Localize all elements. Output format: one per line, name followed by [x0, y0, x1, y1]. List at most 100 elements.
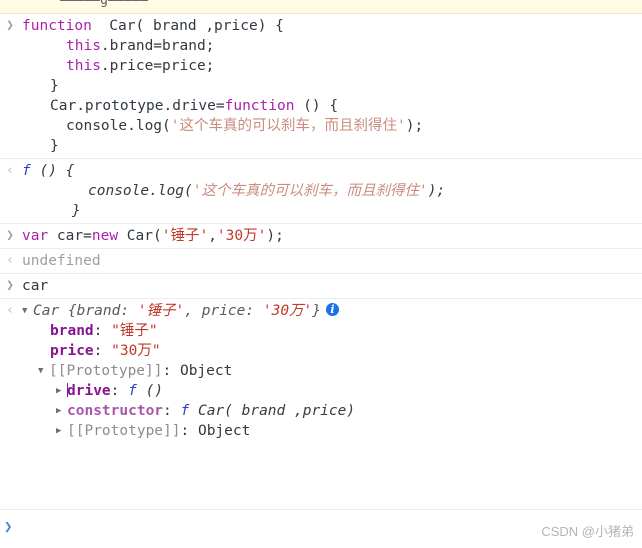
code-line: this.brand=brand; [0, 36, 642, 56]
expand-toggle-icon[interactable] [56, 401, 67, 421]
code-line: console.log('这个车真的可以刹车，而且刹得住'); [0, 181, 642, 201]
code-text: console.log( [66, 118, 171, 134]
code-line: console.log('这个车真的可以刹车，而且刹得住'); [0, 116, 642, 136]
code-text: } [72, 203, 81, 219]
code-line: } [0, 136, 642, 156]
code-line: Car.prototype.drive=function () { [0, 96, 642, 116]
prototype-child-prototype[interactable]: [[Prototype]]: Object [0, 421, 642, 441]
object-property-row[interactable]: brand: "锤子" [0, 321, 642, 341]
undefined-value: undefined [22, 253, 101, 269]
watermark-text: CSDN @小猪弟 [541, 524, 634, 539]
code-line: function Car( brand ,price) { [0, 16, 642, 36]
object-class-name: Car [33, 303, 60, 319]
prototype-separator: : [162, 363, 180, 379]
object-preview-line[interactable]: Car {brand: '锤子', price: '30万'} i [0, 301, 642, 321]
property-name-constructor: constructor [67, 403, 164, 419]
code-text: console.log( [88, 183, 193, 199]
input-marker-icon: ❯ [6, 278, 14, 293]
input-marker-icon: ❯ [6, 228, 14, 243]
output-marker-icon: ‹ [6, 303, 14, 318]
code-line: this.price=price; [0, 56, 642, 76]
property-separator: : [93, 323, 112, 339]
expand-toggle-icon[interactable] [56, 421, 67, 441]
expand-toggle-icon[interactable] [22, 301, 33, 321]
code-text: Car.prototype.drive= [50, 98, 225, 114]
expand-toggle-icon[interactable] [56, 381, 67, 401]
code-text: , [208, 228, 217, 244]
prototype-label: [[Prototype]] [49, 363, 163, 379]
property-name-drive: drive [67, 383, 111, 399]
code-text: car= [48, 228, 92, 244]
property-separator: : [93, 343, 112, 359]
console-input-entry-function[interactable]: ❯ function Car( brand ,price) { this.bra… [0, 14, 642, 159]
preview-key-brand: brand [76, 303, 121, 319]
string-literal: '锤子' [161, 228, 209, 244]
property-separator: : [163, 403, 181, 419]
devtools-console-panel: —————g————— ❯ function Car( brand ,price… [0, 0, 642, 548]
keyword-function: function [224, 98, 295, 114]
code-text: () { [30, 163, 75, 179]
code-text: ); [427, 183, 446, 199]
preview-sep: : [120, 303, 138, 319]
info-badge-icon[interactable]: i [326, 303, 340, 316]
code-text: .price=price; [100, 58, 215, 74]
function-glyph-icon: f [180, 403, 190, 419]
input-marker-icon: ❯ [6, 18, 14, 33]
console-input-entry-var-car[interactable]: ❯ var car=new Car('锤子','30万'); [0, 224, 642, 249]
code-line: } [0, 201, 642, 221]
preview-value-brand: '锤子' [137, 303, 185, 319]
function-glyph-icon: f [128, 383, 137, 399]
keyword-this: this [66, 58, 101, 74]
code-line: f () { [0, 161, 642, 181]
code-text: } [50, 138, 59, 154]
code-text: car [22, 278, 49, 294]
preview-value-price: '30万' [262, 303, 313, 319]
object-brace-close: } [312, 303, 322, 319]
code-line: } [0, 76, 642, 96]
function-signature: Car( brand ,price) [189, 403, 356, 419]
code-text: Car( [118, 228, 162, 244]
code-text: .brand=brand; [100, 38, 215, 54]
code-line: var car=new Car('锤子','30万'); [0, 226, 642, 246]
prototype-separator: : [180, 423, 198, 439]
prototype-child-drive[interactable]: drive: f () [0, 381, 642, 401]
property-name-brand: brand [50, 323, 94, 339]
string-literal: '这个车真的可以刹车，而且刹得住' [192, 183, 428, 199]
property-separator: : [110, 383, 129, 399]
property-value-price: "30万" [111, 343, 161, 359]
preview-key-price: price [201, 303, 246, 319]
string-literal: '30万' [216, 228, 267, 244]
code-text: ); [405, 118, 424, 134]
clipped-warning-row: —————g————— [0, 0, 642, 14]
keyword-function: function [22, 18, 92, 34]
object-property-row[interactable]: price: "30万" [0, 341, 642, 361]
object-brace-open: { [59, 303, 77, 319]
function-signature: () [136, 383, 164, 399]
console-output-entry-function-echo[interactable]: ‹ f () { console.log('这个车真的可以刹车，而且刹得住');… [0, 159, 642, 224]
function-glyph-icon: f [22, 163, 31, 179]
code-text: ); [266, 228, 284, 244]
console-output-entry-undefined[interactable]: ‹ undefined [0, 249, 642, 274]
console-input-entry-car[interactable]: ❯ car [0, 274, 642, 299]
output-marker-icon: ‹ [6, 163, 14, 178]
prototype-label: [[Prototype]] [67, 423, 181, 439]
prototype-row[interactable]: [[Prototype]]: Object [0, 361, 642, 381]
keyword-this: this [66, 38, 101, 54]
console-prompt-row[interactable]: ❯ CSDN @小猪弟 [0, 509, 642, 548]
code-text: } [50, 78, 59, 94]
preview-sep: : [245, 303, 263, 319]
preview-comma: , [184, 303, 202, 319]
code-text: Car( brand ,price) { [91, 18, 284, 34]
prototype-child-constructor[interactable]: constructor: f Car( brand ,price) [0, 401, 642, 421]
clipped-row-text: —————g————— [60, 0, 149, 8]
property-value-brand: "锤子" [111, 323, 158, 339]
output-marker-icon: ‹ [6, 253, 14, 268]
prototype-value: Object [179, 363, 233, 379]
code-text: () { [294, 98, 339, 114]
console-output-entry-object[interactable]: ‹ Car {brand: '锤子', price: '30万'}i brand… [0, 299, 642, 443]
string-literal: '这个车真的可以刹车，而且刹得住' [170, 118, 406, 134]
expand-toggle-icon[interactable] [38, 361, 49, 381]
keyword-new: new [91, 228, 119, 244]
prototype-value: Object [197, 423, 251, 439]
property-name-price: price [50, 343, 94, 359]
